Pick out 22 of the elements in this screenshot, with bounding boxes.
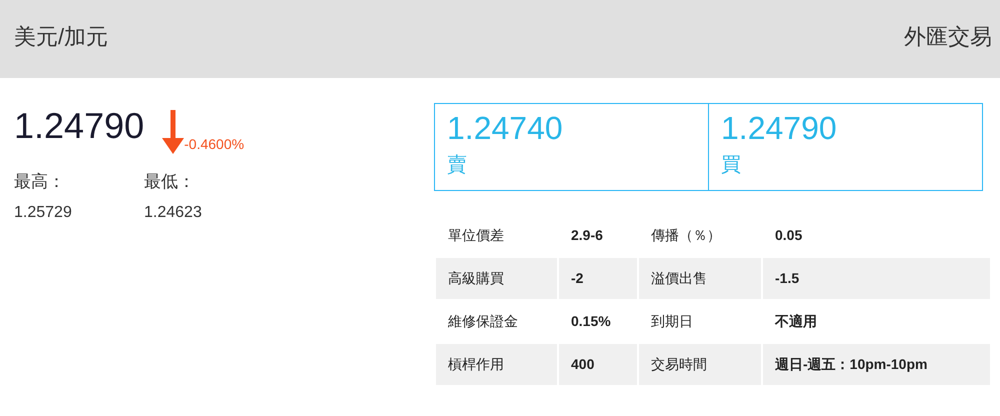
high-value: 1.25729 (14, 202, 73, 222)
detail-label: 交易時間 (639, 344, 761, 385)
pair-title: 美元/加元 (14, 23, 108, 51)
detail-value: -1.5 (763, 258, 990, 299)
quote-side-label: 賣 (447, 153, 468, 178)
detail-label: 槓桿作用 (436, 344, 557, 385)
detail-value: -2 (559, 258, 637, 299)
detail-label: 溢價出售 (639, 258, 761, 299)
detail-value: 週日-週五：10pm-10pm (763, 344, 990, 385)
low-value: 1.24623 (144, 202, 202, 222)
low-label: 最低： (144, 171, 196, 193)
quote-price: 1.24740 (447, 109, 564, 148)
high-label: 最高： (14, 171, 66, 193)
change-percent: -0.4600% (184, 135, 244, 154)
category-label: 外匯交易 (904, 23, 992, 51)
current-price: 1.24790 (14, 104, 144, 148)
detail-label: 高級購買 (436, 258, 557, 299)
quote-price: 1.24790 (721, 109, 838, 148)
price-box[interactable]: 1.24790 買 (709, 103, 983, 191)
quote-side-label: 買 (721, 153, 742, 178)
price-box[interactable]: 1.24740 賣 (434, 103, 709, 191)
detail-value: 400 (559, 344, 637, 385)
